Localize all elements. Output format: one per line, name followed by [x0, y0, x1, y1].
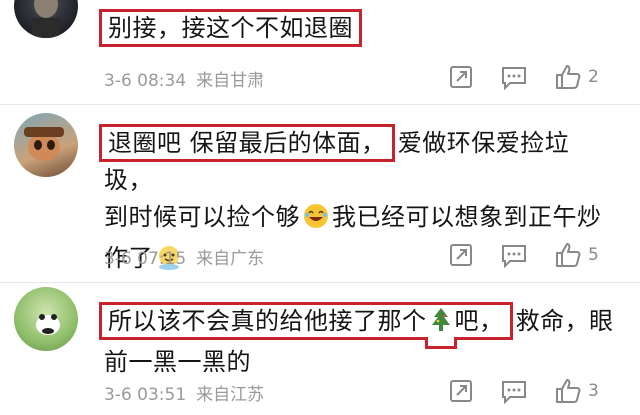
- comment-time: 3-6 08:34: [104, 71, 187, 91]
- comment-item: 别接，接这个不如退圈 3-6 08:34 来自甘肃 2: [0, 0, 640, 104]
- reply-button[interactable]: [500, 376, 528, 406]
- comment-actions: 5: [444, 240, 624, 270]
- comment-text-part: 到时候可以捡个够: [104, 203, 300, 231]
- share-icon: [450, 244, 472, 266]
- comment-meta: 3-6 03:51 来自江苏: [104, 380, 274, 405]
- thumbs-up-icon: [556, 65, 581, 89]
- like-button[interactable]: 2: [554, 62, 599, 92]
- highlighted-text: 所以该不会真的给他接了那个 吧，: [99, 302, 513, 340]
- comment-time: 3-6 07:15: [104, 249, 187, 269]
- highlighted-text-part: 吧，: [454, 307, 504, 335]
- comment-icon: [502, 245, 526, 268]
- share-button[interactable]: [448, 62, 474, 92]
- like-count: 3: [588, 381, 599, 401]
- share-button[interactable]: [448, 376, 474, 406]
- like-count: 5: [588, 245, 599, 265]
- comment-location: 来自广东: [196, 249, 265, 269]
- comment-text-part: 我已经可以想象到正午炒: [332, 203, 602, 231]
- highlighted-text-part: 所以该不会真的给他接了那个: [108, 307, 427, 335]
- comment-icon: [502, 67, 526, 90]
- share-button[interactable]: [448, 240, 474, 270]
- like-count: 2: [588, 67, 599, 87]
- thumbs-up-icon: [556, 243, 581, 267]
- christmas-tree-emoji: [430, 307, 452, 344]
- comment-text-part: 前一黑一黑的: [104, 348, 251, 376]
- comment-meta: 3-6 07:15 来自广东: [104, 244, 274, 269]
- share-icon: [450, 66, 472, 88]
- comment-location: 来自甘肃: [196, 71, 265, 91]
- avatar[interactable]: [14, 0, 78, 38]
- highlighted-text: 退圈吧 保留最后的体面，: [99, 124, 395, 162]
- avatar[interactable]: [14, 287, 78, 351]
- reply-button[interactable]: [500, 240, 528, 270]
- comment-text: 所以该不会真的给他接了那个 吧， 救命，眼 前一黑一黑的: [99, 302, 616, 381]
- comment-actions: 3: [444, 376, 624, 406]
- comment-location: 来自江苏: [196, 385, 265, 405]
- comment-time: 3-6 03:51: [104, 385, 187, 405]
- reply-button[interactable]: [500, 62, 528, 92]
- like-button[interactable]: 5: [554, 240, 599, 270]
- avatar[interactable]: [14, 113, 78, 177]
- like-button[interactable]: 3: [554, 376, 599, 406]
- comment-text-part: 救命，眼: [515, 307, 614, 335]
- comment-item: 所以该不会真的给他接了那个 吧， 救命，眼 前一黑一黑的 3-6 03:51 来自江…: [0, 283, 640, 415]
- thumbs-up-icon: [556, 379, 581, 403]
- comment-actions: 2: [444, 62, 624, 92]
- comment-item: 退圈吧 保留最后的体面， 爱做环保爱捡垃圾， 到时候可以捡个够 我已经可以想象到正…: [0, 105, 640, 282]
- comment-meta: 3-6 08:34 来自甘肃: [104, 66, 274, 91]
- highlighted-text: 别接，接这个不如退圈: [99, 9, 362, 47]
- comment-icon: [502, 381, 526, 404]
- comment-text: 别接，接这个不如退圈: [99, 9, 616, 47]
- laughing-emoji: [303, 203, 329, 240]
- share-icon: [450, 380, 472, 402]
